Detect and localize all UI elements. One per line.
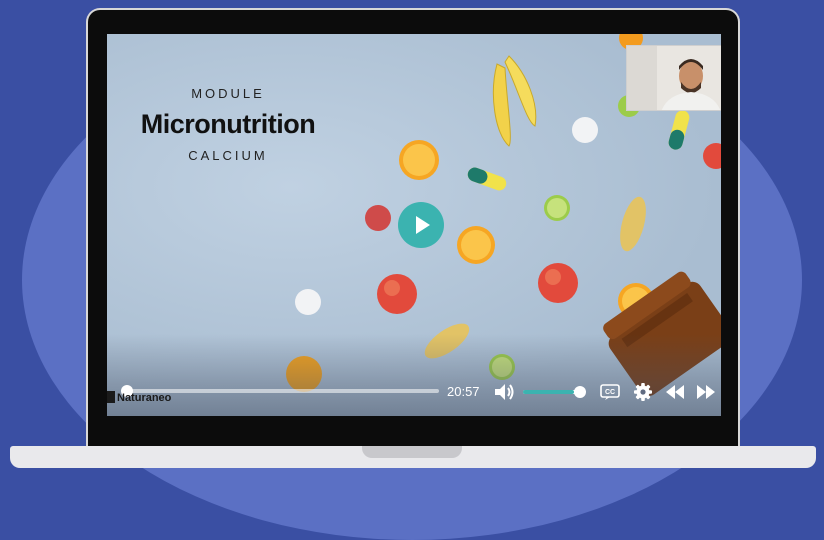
- gear-icon[interactable]: [633, 382, 653, 402]
- rewind-icon[interactable]: [664, 383, 686, 401]
- course-title: Micronutrition: [140, 109, 316, 139]
- progress-bar[interactable]: [125, 389, 439, 393]
- brand-name: Naturaneo: [117, 392, 172, 404]
- controls-overlay: [107, 334, 721, 416]
- play-icon: [416, 216, 430, 234]
- time-remaining: 20:57: [447, 384, 480, 399]
- fast-forward-icon[interactable]: [695, 383, 717, 401]
- instructor-webcam: [626, 45, 721, 111]
- volume-icon[interactable]: [493, 382, 515, 402]
- module-label: MODULE: [191, 86, 265, 101]
- video-player[interactable]: MODULE Micronutrition CALCIUM 20:57 CC N…: [107, 34, 721, 416]
- course-title-block: MODULE Micronutrition CALCIUM: [107, 86, 339, 163]
- volume-fill: [523, 390, 574, 394]
- volume-knob[interactable]: [574, 386, 586, 398]
- svg-text:CC: CC: [605, 389, 615, 396]
- cc-icon[interactable]: CC: [600, 383, 620, 401]
- laptop-notch: [362, 446, 462, 458]
- course-subtitle: CALCIUM: [188, 148, 268, 163]
- play-button[interactable]: [398, 202, 444, 248]
- brand-mark-icon: [107, 391, 115, 403]
- brand-logo: Naturaneo: [107, 391, 171, 404]
- instructor-avatar: [627, 46, 721, 110]
